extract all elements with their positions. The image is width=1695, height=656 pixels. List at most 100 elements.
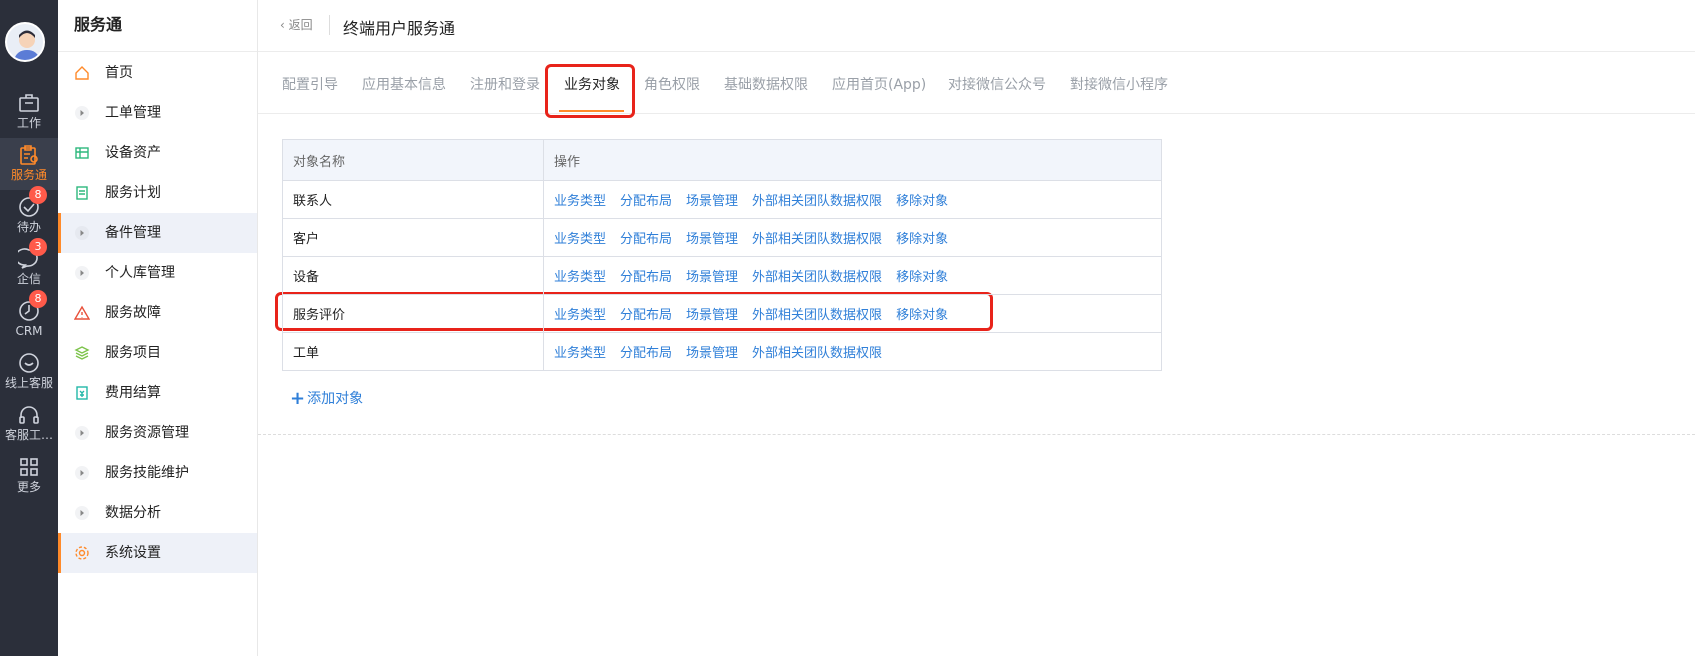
sidebar-item-spare-parts[interactable]: 备件管理 [58,213,257,253]
back-button[interactable]: ‹ 返回 [280,16,313,33]
remove-object-link[interactable]: 移除对象 [896,194,948,209]
remove-object-link[interactable]: 移除对象 [896,232,948,247]
sidebar-item-label: 首页 [105,65,133,81]
service-icon [20,145,38,165]
sidebar-item-label: 设备资产 [105,145,161,161]
sidebar-item-service-items[interactable]: 服务项目 [58,333,257,373]
scene-management-link[interactable]: 场景管理 [686,232,738,247]
plus-icon: + [290,388,306,409]
rail-item-todo[interactable]: 待办 8 [0,186,58,242]
tab-app-home[interactable]: 应用首页(App) [832,74,926,94]
caret-right-icon [75,466,89,480]
chevron-left-icon: ‹ [280,18,285,32]
rail-label: 更多 [16,480,41,494]
assign-layout-link[interactable]: 分配布局 [620,270,672,285]
sidebar-item-service-plan[interactable]: 服务计划 [58,173,257,213]
sidebar-item-billing[interactable]: 费用结算 [58,373,257,413]
assign-layout-link[interactable]: 分配布局 [620,346,672,361]
sidebar-item-label: 服务项目 [105,345,161,361]
rail-item-more[interactable]: 更多 [0,450,58,502]
scene-management-link[interactable]: 场景管理 [686,194,738,209]
table-row: 工单 业务类型 分配布局 场景管理 外部相关团队数据权限 [282,332,1162,371]
highlight-box-tab [545,64,635,118]
sidebar-item-devices[interactable]: 设备资产 [58,133,257,173]
external-team-permissions-link[interactable]: 外部相关团队数据权限 [752,308,882,323]
business-type-link[interactable]: 业务类型 [554,232,606,247]
app-rail: 工作 服务通 待办 8 企信 3 CRM 8 线上客服 客服工… 更多 [0,0,58,656]
business-objects-table: 对象名称 操作 联系人 业务类型 分配布局 场景管理 外部相关团队数据权限 移除对象 客… [282,139,1162,371]
sidebar-item-label: 备件管理 [105,225,161,241]
object-name: 联系人 [282,180,544,219]
row-actions: 业务类型 分配布局 场景管理 外部相关团队数据权限 移除对象 [543,294,1162,333]
scene-management-link[interactable]: 场景管理 [686,270,738,285]
external-team-permissions-link[interactable]: 外部相关团队数据权限 [752,232,882,247]
tab-wechat-official[interactable]: 对接微信公众号 [948,74,1046,94]
column-header-actions: 操作 [543,139,1162,181]
sidebar-item-data-analysis[interactable]: 数据分析 [58,493,257,533]
sidebar-item-label: 服务资源管理 [105,425,189,441]
external-team-permissions-link[interactable]: 外部相关团队数据权限 [752,270,882,285]
table-row: 联系人 业务类型 分配布局 场景管理 外部相关团队数据权限 移除对象 [282,180,1162,219]
tab-base-data-permissions[interactable]: 基础数据权限 [724,74,808,94]
scene-management-link[interactable]: 场景管理 [686,308,738,323]
notification-badge: 8 [29,290,47,308]
rail-item-chat[interactable]: 企信 3 [0,238,58,294]
add-object-label: 添加对象 [307,391,364,407]
rail-label: CRM [15,324,43,338]
rail-item-service-desk[interactable]: 客服工… [0,398,58,450]
user-avatar[interactable] [5,22,45,62]
sidebar-item-label: 工单管理 [105,105,161,121]
tab-role-permissions[interactable]: 角色权限 [644,74,700,94]
add-object-button[interactable]: + 添加对象 [290,387,364,409]
sidebar-item-system-settings[interactable]: 系统设置 [58,533,257,573]
rail-item-crm[interactable]: CRM 8 [0,290,58,346]
rail-label: 工作 [16,116,41,130]
back-label: 返回 [288,18,313,32]
business-type-link[interactable]: 业务类型 [554,346,606,361]
notification-badge: 3 [29,238,47,256]
tab-basic-info[interactable]: 应用基本信息 [362,74,446,94]
device-icon [75,147,89,159]
scene-management-link[interactable]: 场景管理 [686,346,738,361]
caret-right-icon [75,506,89,520]
assign-layout-link[interactable]: 分配布局 [620,232,672,247]
rail-item-online-service[interactable]: 线上客服 [0,346,58,398]
column-header-name: 对象名称 [282,139,544,181]
content-divider [258,434,1695,435]
business-type-link[interactable]: 业务类型 [554,308,606,323]
sidebar-title: 服务通 [58,0,257,52]
sidebar-item-work-orders[interactable]: 工单管理 [58,93,257,133]
remove-object-link[interactable]: 移除对象 [896,308,948,323]
rail-item-work[interactable]: 工作 [0,86,58,138]
smile-chat-icon [19,353,39,373]
tab-register-login[interactable]: 注册和登录 [470,74,540,94]
object-name: 工单 [282,332,544,371]
business-type-link[interactable]: 业务类型 [554,270,606,285]
tab-config-guide[interactable]: 配置引导 [282,74,338,94]
notification-badge: 8 [29,186,47,204]
rail-label: 服务通 [10,168,47,182]
sidebar-item-label: 费用结算 [105,385,161,401]
sidebar-item-label: 数据分析 [105,505,161,521]
row-actions: 业务类型 分配布局 场景管理 外部相关团队数据权限 移除对象 [543,218,1162,257]
remove-object-link[interactable]: 移除对象 [896,270,948,285]
sidebar-item-home[interactable]: 首页 [58,53,257,93]
assign-layout-link[interactable]: 分配布局 [620,194,672,209]
tab-wechat-miniprogram[interactable]: 對接微信小程序 [1070,74,1168,94]
rail-label: 线上客服 [4,376,53,390]
rail-item-service[interactable]: 服务通 [0,138,58,190]
external-team-permissions-link[interactable]: 外部相关团队数据权限 [752,194,882,209]
tab-bar: 配置引导 应用基本信息 注册和登录 业务对象 角色权限 基础数据权限 应用首页(… [258,52,1695,114]
table-row: 设备 业务类型 分配布局 场景管理 外部相关团队数据权限 移除对象 [282,256,1162,295]
business-type-link[interactable]: 业务类型 [554,194,606,209]
rail-label: 待办 [16,220,41,234]
object-name: 设备 [282,256,544,295]
briefcase-icon [19,94,39,112]
bill-icon [76,386,88,400]
sidebar-item-service-resources[interactable]: 服务资源管理 [58,413,257,453]
external-team-permissions-link[interactable]: 外部相关团队数据权限 [752,346,882,361]
sidebar-item-service-fault[interactable]: 服务故障 [58,293,257,333]
sidebar-item-service-skills[interactable]: 服务技能维护 [58,453,257,493]
assign-layout-link[interactable]: 分配布局 [620,308,672,323]
sidebar-item-personal-stock[interactable]: 个人库管理 [58,253,257,293]
